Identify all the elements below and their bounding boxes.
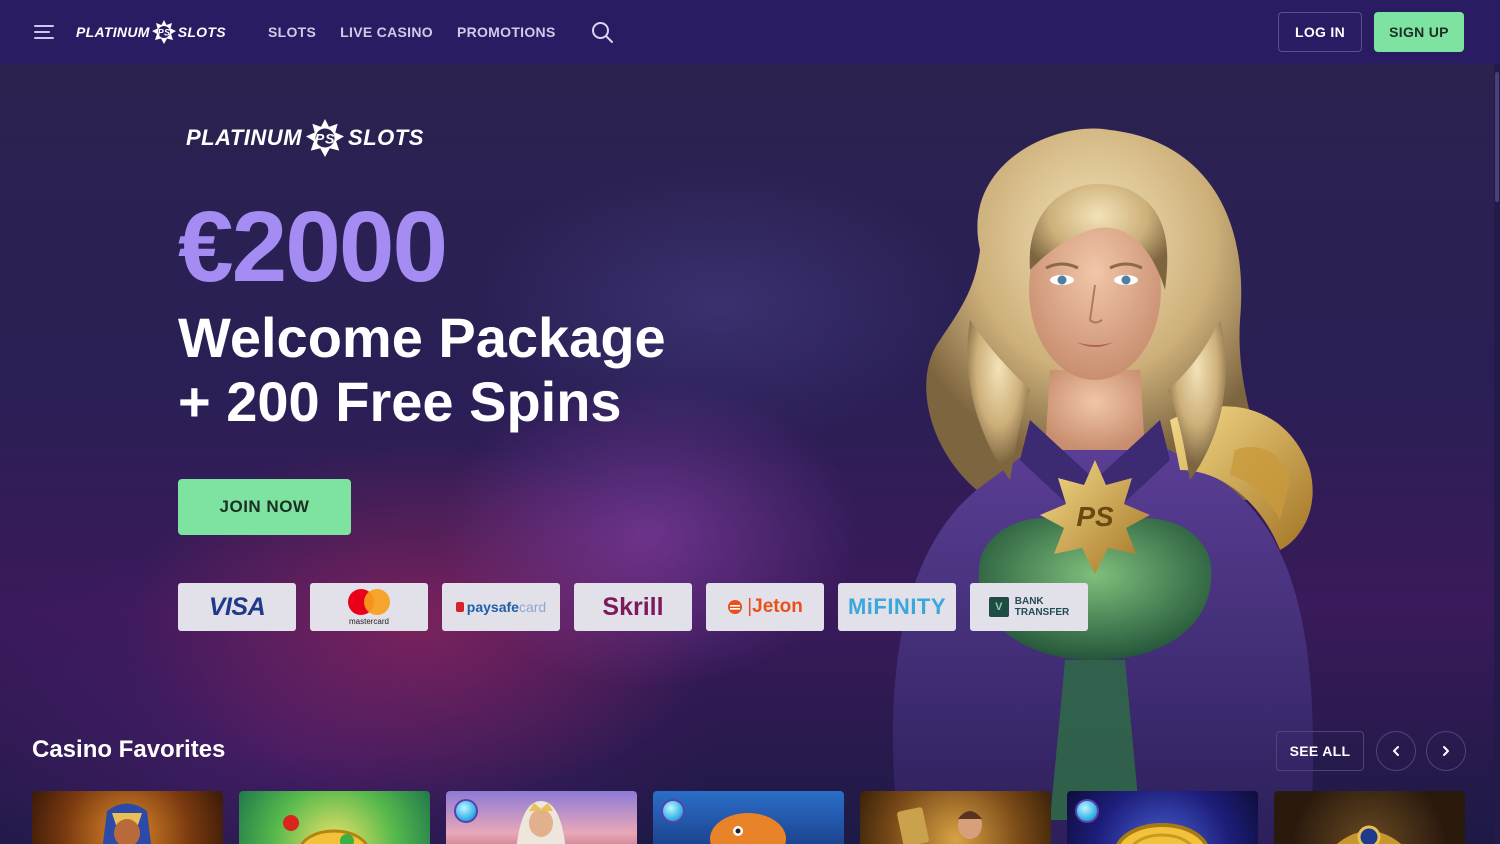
nav-link-live-casino[interactable]: LIVE CASINO bbox=[340, 24, 433, 40]
bank-transfer-icon: V bbox=[988, 597, 1009, 617]
main-nav: SLOTS LIVE CASINO PROMOTIONS bbox=[268, 0, 556, 64]
mastercard-logo-text: mastercard bbox=[348, 616, 389, 626]
visa-logo-text: VISA bbox=[208, 592, 266, 621]
payment-jeton: | Jeton bbox=[706, 583, 824, 631]
hero-logo-text-right: SLOTS bbox=[348, 125, 424, 150]
chevron-left-icon bbox=[1393, 746, 1399, 756]
page-scrollbar[interactable] bbox=[1494, 64, 1500, 844]
bank-transfer-text: BANK TRANSFER bbox=[1015, 596, 1069, 618]
ps-badge-icon: PS bbox=[306, 119, 345, 157]
signup-button[interactable]: SIGN UP bbox=[1374, 12, 1464, 52]
top-navbar: PLATINUM PS SLOTS SLOTS LIVE CASINO PROM… bbox=[0, 0, 1500, 64]
payment-paysafecard: paysafe card bbox=[442, 583, 560, 631]
game-thumbnail-explorer bbox=[897, 807, 982, 844]
skrill-logo-text: Skrill bbox=[602, 592, 664, 621]
game-tile[interactable] bbox=[653, 791, 844, 844]
nav-link-slots[interactable]: SLOTS bbox=[268, 24, 316, 40]
chevron-right-icon bbox=[1443, 746, 1449, 756]
gem-badge-icon bbox=[454, 799, 478, 823]
svg-text:PS: PS bbox=[1076, 501, 1114, 532]
game-tile[interactable] bbox=[1067, 791, 1258, 844]
gem-badge-icon bbox=[1075, 799, 1099, 823]
game-tile[interactable] bbox=[239, 791, 430, 844]
mastercard-circles-icon bbox=[348, 588, 390, 615]
mifinity-logo-text: MiFINITY bbox=[847, 594, 947, 619]
jeton-logo-text: Jeton bbox=[752, 596, 803, 617]
logo-text-right: SLOTS bbox=[177, 24, 226, 40]
game-tile[interactable] bbox=[32, 791, 223, 844]
game-tile[interactable] bbox=[860, 791, 1051, 844]
ps-badge-icon: PS bbox=[151, 20, 176, 44]
game-thumbnail-scarab bbox=[1336, 825, 1402, 844]
paysafecard-lock-icon bbox=[455, 602, 464, 612]
login-button[interactable]: LOG IN bbox=[1278, 12, 1362, 52]
hero-logo: PLATINUM PS SLOTS bbox=[186, 118, 424, 158]
join-now-button[interactable]: JOIN NOW bbox=[178, 479, 351, 535]
payment-mastercard: mastercard bbox=[310, 583, 428, 631]
paysafecard-text-a: paysafe bbox=[466, 599, 519, 615]
game-tile[interactable] bbox=[446, 791, 637, 844]
headline-line-1: Welcome Package bbox=[178, 306, 666, 369]
payment-methods: VISA mastercard paysafe card Skrill | Jeto… bbox=[178, 583, 1088, 631]
payment-mifinity: MiFINITY bbox=[838, 583, 956, 631]
game-thumbnail-clover bbox=[283, 815, 368, 844]
logo-text-left: PLATINUM bbox=[76, 24, 150, 40]
carousel-prev-button[interactable] bbox=[1376, 731, 1416, 771]
svg-text:PS: PS bbox=[157, 28, 170, 38]
game-tile[interactable] bbox=[1274, 791, 1465, 844]
menu-icon[interactable] bbox=[32, 20, 56, 44]
payment-bank-transfer: V BANK TRANSFER bbox=[970, 583, 1088, 631]
payment-visa: VISA bbox=[178, 583, 296, 631]
payment-skrill: Skrill bbox=[574, 583, 692, 631]
jeton-mark-icon bbox=[728, 600, 743, 614]
site-logo[interactable]: PLATINUM PS SLOTS bbox=[76, 20, 226, 44]
favorites-game-row bbox=[32, 791, 1465, 844]
bank-line-1: BANK bbox=[1014, 596, 1044, 607]
bonus-headline: Welcome Package + 200 Free Spins bbox=[178, 306, 666, 434]
hero-logo-text-left: PLATINUM bbox=[186, 125, 303, 150]
game-thumbnail-pharaoh bbox=[102, 803, 152, 844]
search-icon[interactable] bbox=[590, 20, 614, 44]
nav-link-promotions[interactable]: PROMOTIONS bbox=[457, 24, 556, 40]
headline-line-2: + 200 Free Spins bbox=[178, 370, 622, 433]
svg-text:PS: PS bbox=[315, 132, 336, 148]
carousel-next-button[interactable] bbox=[1426, 731, 1466, 771]
gem-badge-icon bbox=[661, 799, 685, 823]
bank-line-2: TRANSFER bbox=[1014, 607, 1070, 618]
paysafecard-text-b: card bbox=[518, 599, 547, 615]
scrollbar-thumb[interactable] bbox=[1495, 72, 1499, 202]
bonus-amount: €2000 bbox=[178, 191, 448, 303]
see-all-button[interactable]: SEE ALL bbox=[1276, 731, 1364, 771]
casino-favorites-title: Casino Favorites bbox=[32, 736, 226, 763]
